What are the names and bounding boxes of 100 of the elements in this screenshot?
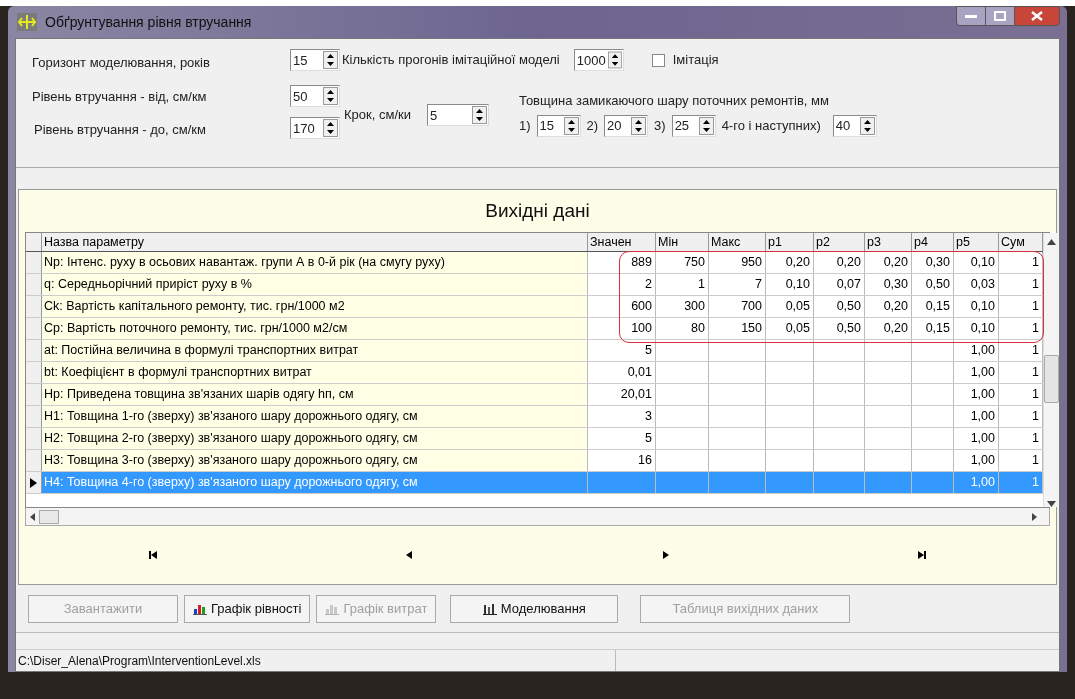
table-cell[interactable]: 0,20 (883, 300, 908, 313)
table-cell[interactable]: 5 (645, 344, 652, 357)
table-cell[interactable]: 150 (741, 322, 762, 335)
table-cell[interactable]: at: Постійна величина в формулі транспортних витрат (42, 340, 588, 361)
table-cell[interactable]: 1 (1032, 256, 1039, 269)
scroll-right-icon[interactable] (1032, 512, 1037, 521)
spin-arrows-icon[interactable] (698, 116, 714, 135)
table-cell[interactable]: 1,00 (970, 344, 995, 357)
spin-arrows-icon[interactable] (323, 51, 338, 69)
table-cell[interactable]: 0,01 (627, 366, 652, 379)
table-cell[interactable]: 1 (1032, 366, 1039, 379)
scroll-down-icon[interactable] (1047, 501, 1056, 507)
spin-arrows-icon[interactable] (471, 106, 487, 124)
table-cell[interactable]: q: Середньорічний приріст руху в % (42, 274, 588, 295)
table-cell[interactable]: 20,01 (620, 388, 652, 401)
row-header[interactable] (26, 472, 42, 493)
column-header[interactable]: Значен (588, 233, 656, 251)
table-cell[interactable]: 1 (1032, 300, 1039, 313)
spin-field[interactable]: 170 (290, 117, 340, 139)
table-cell[interactable]: 0,10 (970, 256, 995, 269)
table-cell[interactable]: 0,20 (785, 256, 810, 269)
column-header[interactable]: Сум (999, 233, 1043, 251)
table-cell[interactable]: 0,20 (883, 256, 908, 269)
minimize-button[interactable] (956, 6, 986, 26)
maximize-button[interactable] (986, 6, 1014, 26)
spin-field[interactable]: 25 (671, 114, 716, 137)
skip-icon[interactable] (916, 550, 927, 560)
table-cell[interactable]: bt: Коефіцієнт в формулі транспортних витрат (42, 362, 588, 383)
table-cell[interactable]: 1,00 (970, 366, 995, 379)
table-cell[interactable]: 0,07 (836, 278, 861, 291)
table-cell[interactable]: 0,15 (925, 322, 950, 335)
column-header[interactable]: p1 (766, 233, 814, 251)
table-cell[interactable]: 0,05 (785, 322, 810, 335)
table-cell[interactable]: 1 (1032, 410, 1039, 423)
table-cell[interactable]: 1 (1032, 278, 1039, 291)
column-header[interactable]: Макс (709, 233, 766, 251)
table-cell[interactable]: 700 (741, 300, 762, 313)
checkbox[interactable] (651, 53, 665, 67)
table-cell[interactable]: 100 (631, 322, 652, 335)
skip-icon[interactable] (148, 550, 159, 560)
table-cell[interactable]: 16 (638, 454, 652, 467)
spin-field[interactable]: 40 (832, 114, 877, 137)
scroll-left-icon[interactable] (30, 512, 35, 521)
table-cell[interactable]: 2 (645, 278, 652, 291)
spin-field[interactable]: 15 (290, 49, 340, 71)
column-header[interactable]: p2 (814, 233, 865, 251)
spin-arrows-icon[interactable] (323, 119, 338, 137)
spin-field[interactable]: 50 (290, 85, 340, 107)
table-cell[interactable]: 0,50 (836, 322, 861, 335)
table-cell[interactable]: 7 (755, 278, 762, 291)
spin-arrows-icon[interactable] (631, 116, 647, 135)
column-header[interactable]: p5 (954, 233, 999, 251)
scroll-up-icon[interactable] (1047, 239, 1056, 245)
table-cell[interactable]: 5 (645, 432, 652, 445)
column-header[interactable]: p3 (865, 233, 912, 251)
spin-arrows-icon[interactable] (859, 116, 875, 135)
triangle-icon[interactable] (660, 550, 671, 560)
table-cell[interactable]: 0,50 (836, 300, 861, 313)
scroll-thumb[interactable] (39, 509, 59, 524)
table-cell[interactable]: 0,03 (970, 278, 995, 291)
table-cell[interactable]: 1 (1032, 344, 1039, 357)
table-cell[interactable]: 1,00 (970, 410, 995, 423)
table-cell[interactable]: 0,20 (883, 322, 908, 335)
table-cell[interactable]: Ck: Вартість капітального ремонту, тис. грн/1000 м2 (42, 296, 588, 317)
table-cell[interactable]: 1 (1032, 432, 1039, 445)
spin-arrows-icon[interactable] (563, 116, 579, 135)
table-cell[interactable]: 950 (741, 256, 762, 269)
table-cell[interactable]: 1 (698, 278, 705, 291)
scroll-thumb[interactable] (1044, 355, 1059, 403)
toolbar-button[interactable]: Моделювання (450, 594, 619, 623)
table-cell[interactable]: 0,15 (925, 300, 950, 313)
column-header[interactable]: Мін (656, 233, 709, 251)
toolbar-button[interactable]: Графік рівності (184, 594, 311, 623)
table-cell[interactable]: 0,10 (970, 300, 995, 313)
spin-field[interactable]: 5 (426, 104, 489, 126)
table-cell[interactable]: 0,20 (836, 256, 861, 269)
table-cell[interactable]: Np: Інтенс. руху в осьових навантаж. групи А в 0-й рік (на смугу руху) (42, 252, 588, 273)
table-cell[interactable]: 1 (1032, 454, 1039, 467)
column-header[interactable]: Назва параметру (42, 233, 588, 251)
table-cell[interactable]: 0,30 (883, 278, 908, 291)
triangle-icon[interactable] (404, 550, 415, 560)
table-cell[interactable]: 1,00 (970, 432, 995, 445)
table-cell[interactable]: 600 (631, 300, 652, 313)
table-cell[interactable]: 750 (684, 256, 705, 269)
spin-field[interactable]: 15 (536, 114, 581, 137)
table-cell[interactable]: Cp: Вартість поточного ремонту, тис. грн/1000 м2/см (42, 318, 588, 339)
table-cell[interactable]: 3 (645, 410, 652, 423)
close-button[interactable] (1014, 6, 1060, 26)
table-cell[interactable]: 0,30 (925, 256, 950, 269)
table-cell[interactable]: H3: Товщина 3-го (зверху) зв'язаного шару дорожнього одягу, см (42, 450, 588, 471)
vertical-scrollbar[interactable] (1043, 233, 1059, 507)
table-cell[interactable]: H1: Товщина 1-го (зверху) зв'язаного шару дорожнього одягу, см (42, 406, 588, 427)
table-cell[interactable]: 0,50 (925, 278, 950, 291)
table-cell[interactable]: H2: Товщина 2-го (зверху) зв'язаного шару дорожнього одягу, см (42, 428, 588, 449)
table-cell[interactable]: 0,10 (970, 322, 995, 335)
spin-arrows-icon[interactable] (607, 51, 622, 69)
table-cell[interactable]: 300 (684, 300, 705, 313)
table-cell[interactable]: 0,05 (785, 300, 810, 313)
table-cell[interactable]: 1,00 (970, 454, 995, 467)
table-cell[interactable]: 1 (1032, 322, 1039, 335)
